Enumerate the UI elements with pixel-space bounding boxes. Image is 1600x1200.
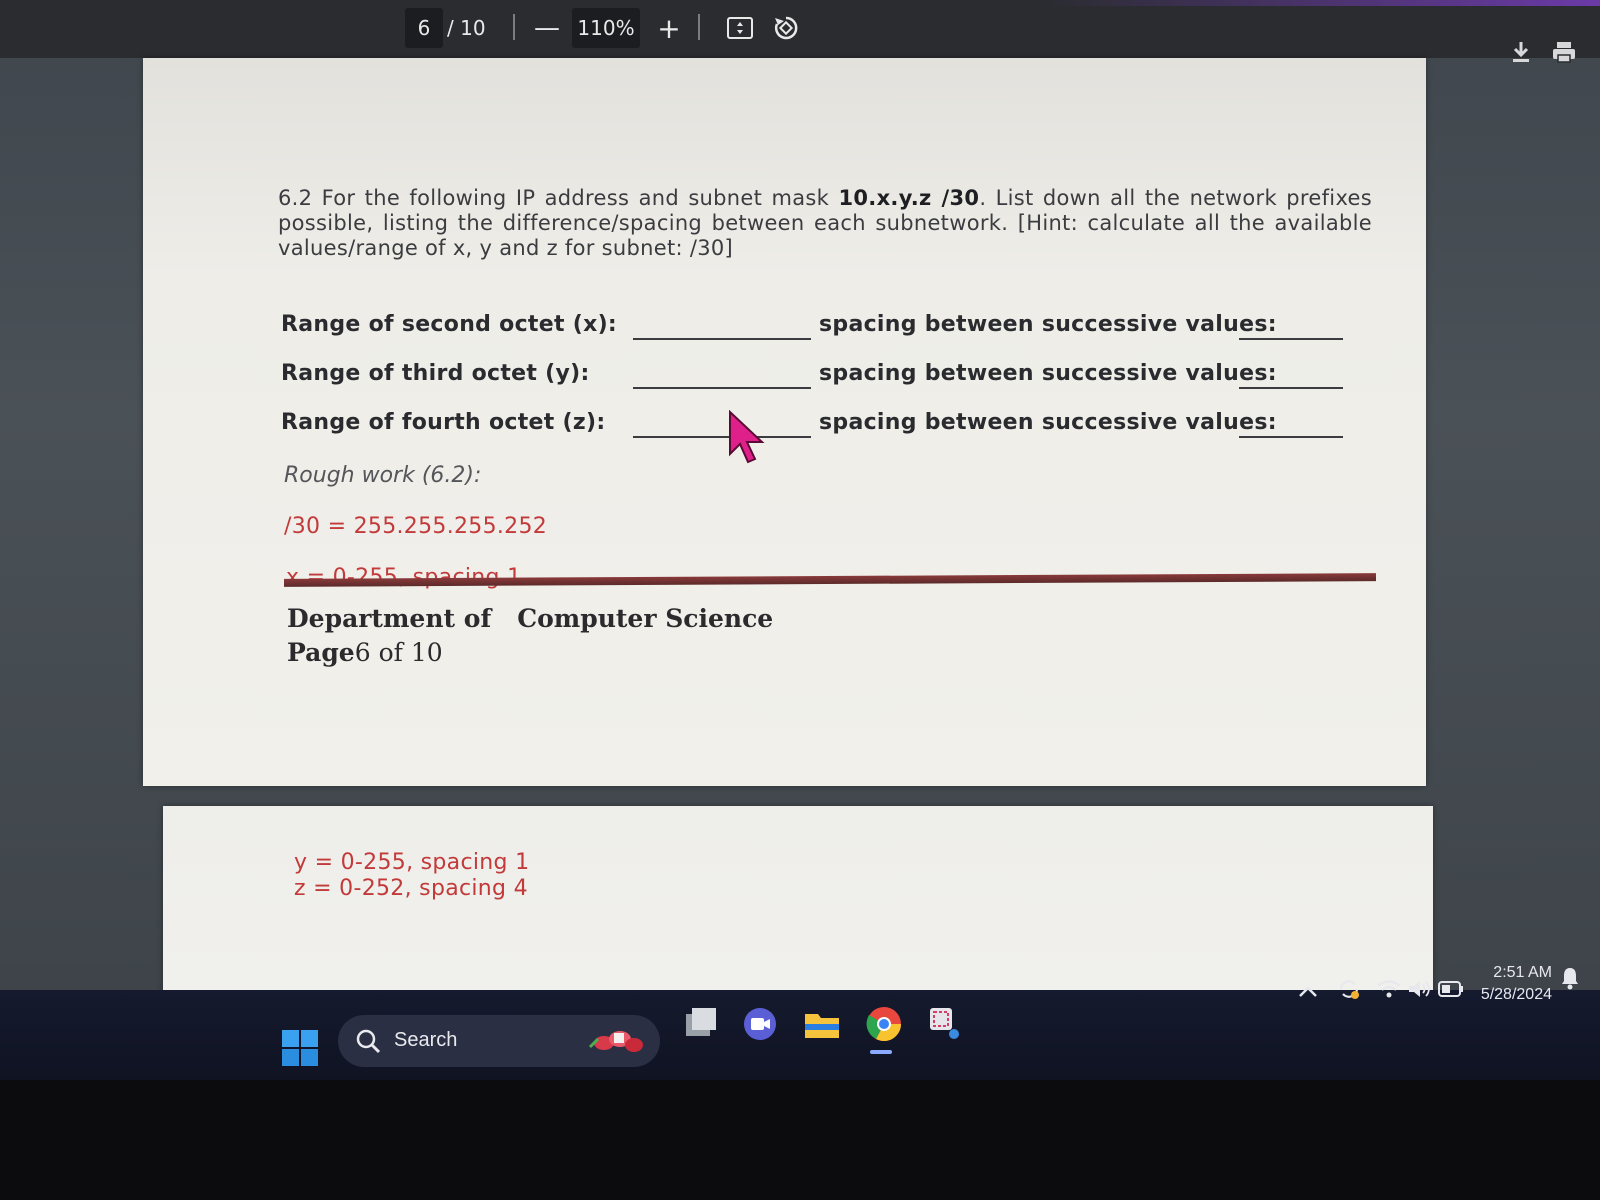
- toolbar-divider: [698, 14, 700, 40]
- spacing-label: spacing between successive values:: [819, 361, 1277, 386]
- answer-row-x: Range of second octet (x): spacing betwe…: [281, 312, 1371, 342]
- row-label: Range of third octet (y):: [281, 361, 590, 386]
- answer-blank: [633, 338, 811, 340]
- footer-dept-2: Computer Science: [517, 604, 774, 633]
- pdf-toolbar: 6 / 10 — 110% +: [0, 0, 1600, 58]
- chevron-up-icon[interactable]: [1298, 984, 1318, 998]
- zoom-in-button[interactable]: +: [654, 8, 684, 48]
- snipping-tool-icon[interactable]: [924, 1004, 964, 1044]
- rough-work-line: z = 0-252, spacing 4: [294, 876, 528, 901]
- answer-blank: [633, 387, 811, 389]
- question-text: 6.2 For the following IP address and sub…: [278, 186, 1372, 261]
- taskbar: [0, 990, 1600, 1080]
- system-clock[interactable]: 2:51 AM 5/28/2024: [1468, 962, 1552, 1006]
- footer-page-bold: Page: [287, 638, 355, 667]
- active-app-indicator: [870, 1050, 892, 1054]
- footer-page-number: 6 of 10: [354, 638, 443, 667]
- sync-icon[interactable]: [1336, 976, 1362, 1002]
- windows-start-icon[interactable]: [282, 1030, 318, 1066]
- search-label: Search: [394, 1029, 458, 1051]
- spacing-blank: [1239, 387, 1343, 389]
- spacing-label: spacing between successive values:: [819, 312, 1277, 337]
- volume-icon[interactable]: [1406, 978, 1432, 1000]
- print-icon[interactable]: [1548, 32, 1580, 72]
- rough-work-continued: y = 0-255, spacing 1 z = 0-252, spacing …: [294, 850, 529, 902]
- spacing-label: spacing between successive values:: [819, 410, 1277, 435]
- footer-dept-1: Department of: [287, 604, 492, 633]
- search-icon: [356, 1029, 381, 1054]
- laptop-bezel: [0, 1080, 1600, 1200]
- chrome-icon[interactable]: [864, 1004, 904, 1044]
- wifi-icon[interactable]: [1376, 978, 1402, 1000]
- mouse-cursor-icon: [729, 410, 765, 464]
- rough-work-label: Rough work (6.2):: [284, 463, 482, 488]
- task-view-icon[interactable]: [680, 1004, 720, 1044]
- spacing-blank: [1239, 338, 1343, 340]
- fit-page-icon[interactable]: [724, 8, 756, 48]
- video-chat-icon[interactable]: [740, 1004, 780, 1044]
- toolbar-divider: [513, 14, 515, 40]
- taskbar-search[interactable]: Search: [338, 1015, 660, 1067]
- answer-row-z: Range of fourth octet (z): spacing betwe…: [281, 410, 1371, 440]
- clock-date: 5/28/2024: [1480, 986, 1552, 1003]
- question-address: 10.x.y.z /30: [838, 186, 980, 210]
- question-prefix: 6.2 For the following IP address and sub…: [278, 186, 839, 210]
- rotate-icon[interactable]: [770, 8, 802, 48]
- download-icon[interactable]: [1506, 32, 1536, 72]
- file-explorer-icon[interactable]: [802, 1004, 842, 1044]
- page-number-input[interactable]: 6: [405, 8, 443, 48]
- answer-blank: [633, 436, 811, 438]
- notification-bell-icon[interactable]: [1560, 966, 1580, 990]
- battery-icon[interactable]: [1438, 980, 1464, 998]
- page-footer: Department of Computer Science Page6 of 1…: [287, 602, 773, 670]
- row-label: Range of fourth octet (z):: [281, 410, 606, 435]
- page-total-label: / 10: [447, 16, 486, 40]
- clock-time: 2:51 AM: [1493, 964, 1552, 981]
- search-highlight-icon: [588, 1031, 643, 1052]
- zoom-level-input[interactable]: 110%: [572, 8, 640, 48]
- rough-work-line: y = 0-255, spacing 1: [294, 850, 530, 875]
- row-label: Range of second octet (x):: [281, 312, 618, 337]
- answer-row-y: Range of third octet (y): spacing betwee…: [281, 361, 1371, 391]
- spacing-blank: [1239, 436, 1343, 438]
- rough-work-line: /30 = 255.255.255.252: [284, 514, 548, 539]
- window-accent-strip: [1040, 0, 1600, 6]
- pdf-page: [163, 806, 1433, 1018]
- zoom-out-button[interactable]: —: [532, 8, 562, 48]
